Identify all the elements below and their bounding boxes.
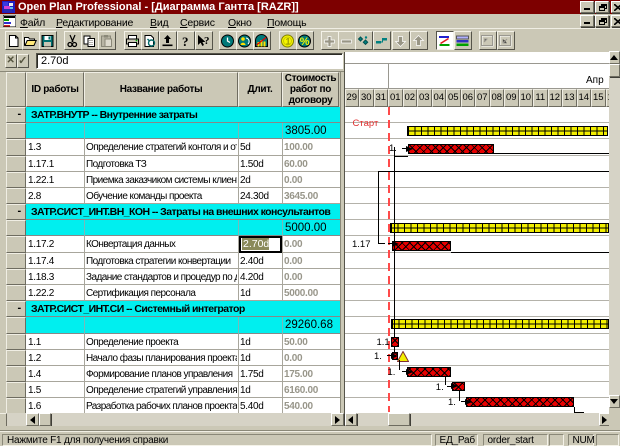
svg-text:1: 1	[286, 36, 291, 46]
svg-text:?: ?	[204, 35, 210, 47]
svg-text:?: ?	[182, 34, 189, 48]
svg-text:%: %	[300, 36, 310, 48]
